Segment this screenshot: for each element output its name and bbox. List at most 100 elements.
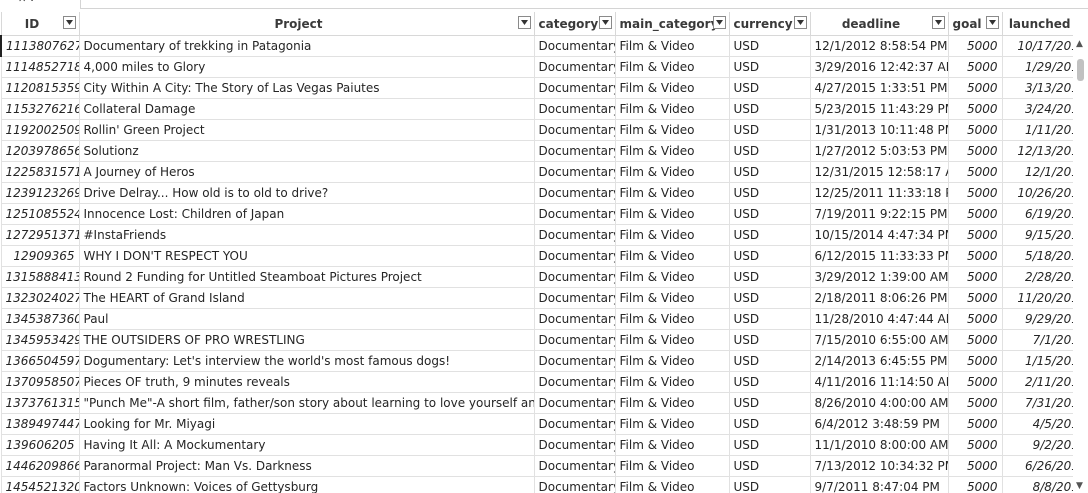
id-cell[interactable]: 1315888413 bbox=[0, 266, 80, 288]
deadline-cell[interactable]: 5/23/2015 11:43:29 PM bbox=[809, 98, 949, 120]
main-category-cell[interactable]: Film & Video bbox=[614, 266, 730, 288]
main-category-cell[interactable]: Film & Video bbox=[614, 224, 730, 246]
project-cell[interactable]: Rollin' Green Project bbox=[78, 119, 535, 141]
currency-cell[interactable]: USD bbox=[728, 203, 811, 225]
table-row[interactable]: 1251085524 Innocence Lost: Children of Ja… bbox=[0, 203, 1073, 225]
launched-cell[interactable]: 4/5/2012 bbox=[1001, 413, 1073, 435]
main-category-cell[interactable]: Film & Video bbox=[614, 350, 730, 372]
scroll-down-icon[interactable]: ▼ bbox=[1076, 481, 1083, 491]
main-category-cell[interactable]: Film & Video bbox=[614, 392, 730, 414]
launched-cell[interactable]: 8/8/2011 bbox=[1001, 476, 1073, 493]
project-cell[interactable]: A Journey of Heros bbox=[78, 161, 535, 183]
launched-cell[interactable]: 9/15/2014 bbox=[1001, 224, 1073, 246]
table-row[interactable]: 1345953429 THE OUTSIDERS OF PRO WRESTLING… bbox=[0, 329, 1073, 351]
goal-cell[interactable]: 5000 bbox=[947, 308, 1003, 330]
filter-dropdown-icon[interactable] bbox=[62, 16, 76, 29]
goal-cell[interactable]: 5000 bbox=[947, 392, 1003, 414]
project-cell[interactable]: Paranormal Project: Man Vs. Darkness bbox=[78, 455, 535, 477]
launched-cell[interactable]: 9/2/2010 bbox=[1001, 434, 1073, 456]
goal-cell[interactable]: 5000 bbox=[947, 245, 1003, 267]
category-cell[interactable]: Documentary bbox=[533, 392, 616, 414]
main-category-cell[interactable]: Film & Video bbox=[614, 476, 730, 493]
goal-cell[interactable]: 5000 bbox=[947, 35, 1003, 57]
launched-cell[interactable]: 5/18/2015 bbox=[1001, 245, 1073, 267]
goal-cell[interactable]: 5000 bbox=[947, 203, 1003, 225]
currency-cell[interactable]: USD bbox=[728, 287, 811, 309]
launched-cell[interactable]: 9/29/2010 bbox=[1001, 308, 1073, 330]
column-header-id[interactable]: ID bbox=[0, 12, 80, 36]
project-cell[interactable]: "Punch Me"-A short film, father/son stor… bbox=[78, 392, 535, 414]
currency-cell[interactable]: USD bbox=[728, 140, 811, 162]
category-cell[interactable]: Documentary bbox=[533, 140, 616, 162]
deadline-cell[interactable]: 7/13/2012 10:34:32 PM bbox=[809, 455, 949, 477]
category-cell[interactable]: Documentary bbox=[533, 119, 616, 141]
table-row[interactable]: 1454521320 Factors Unknown: Voices of Get… bbox=[0, 476, 1073, 493]
launched-cell[interactable]: 3/24/2015 bbox=[1001, 98, 1073, 120]
deadline-cell[interactable]: 3/29/2016 12:42:37 AM bbox=[809, 56, 949, 78]
table-row[interactable]: 1272951371 #InstaFriends Documentary Film &… bbox=[0, 224, 1073, 246]
launched-cell[interactable]: 12/1/2015 bbox=[1001, 161, 1073, 183]
deadline-cell[interactable]: 1/27/2012 5:03:53 PM bbox=[809, 140, 949, 162]
project-cell[interactable]: Having It All: A Mockumentary bbox=[78, 434, 535, 456]
deadline-cell[interactable]: 7/15/2010 6:55:00 AM bbox=[809, 329, 949, 351]
goal-cell[interactable]: 5000 bbox=[947, 413, 1003, 435]
column-header-launched[interactable]: launched bbox=[1001, 12, 1073, 36]
currency-cell[interactable]: USD bbox=[728, 182, 811, 204]
project-cell[interactable]: Documentary of trekking in Patagonia bbox=[78, 35, 535, 57]
main-category-cell[interactable]: Film & Video bbox=[614, 119, 730, 141]
currency-cell[interactable]: USD bbox=[728, 413, 811, 435]
category-cell[interactable]: Documentary bbox=[533, 245, 616, 267]
goal-cell[interactable]: 5000 bbox=[947, 119, 1003, 141]
currency-cell[interactable]: USD bbox=[728, 476, 811, 493]
project-cell[interactable]: The HEART of Grand Island bbox=[78, 287, 535, 309]
launched-cell[interactable]: 7/31/2010 bbox=[1001, 392, 1073, 414]
project-cell[interactable]: 4,000 miles to Glory bbox=[78, 56, 535, 78]
goal-cell[interactable]: 5000 bbox=[947, 476, 1003, 493]
goal-cell[interactable]: 5000 bbox=[947, 182, 1003, 204]
category-cell[interactable]: Documentary bbox=[533, 161, 616, 183]
goal-cell[interactable]: 5000 bbox=[947, 329, 1003, 351]
main-category-cell[interactable]: Film & Video bbox=[614, 77, 730, 99]
id-cell[interactable]: 1113807627 bbox=[0, 35, 80, 57]
goal-cell[interactable]: 5000 bbox=[947, 455, 1003, 477]
deadline-cell[interactable]: 8/26/2010 4:00:00 AM bbox=[809, 392, 949, 414]
category-cell[interactable]: Documentary bbox=[533, 455, 616, 477]
column-header-currency[interactable]: currency bbox=[728, 12, 811, 36]
launched-cell[interactable]: 7/1/2010 bbox=[1001, 329, 1073, 351]
project-cell[interactable]: Innocence Lost: Children of Japan bbox=[78, 203, 535, 225]
category-cell[interactable]: Documentary bbox=[533, 35, 616, 57]
project-cell[interactable]: WHY I DON'T RESPECT YOU bbox=[78, 245, 535, 267]
table-row[interactable]: 1203978656 Solutionz Documentary Film & Vid… bbox=[0, 140, 1073, 162]
table-row[interactable]: 1120815359 City Within A City: The Story … bbox=[0, 77, 1073, 99]
table-row[interactable]: 1153276216 Collateral Damage Documentary Fi… bbox=[0, 98, 1073, 120]
deadline-cell[interactable]: 4/11/2016 11:14:50 AM bbox=[809, 371, 949, 393]
goal-cell[interactable]: 5000 bbox=[947, 161, 1003, 183]
currency-cell[interactable]: USD bbox=[728, 98, 811, 120]
project-cell[interactable]: #InstaFriends bbox=[78, 224, 535, 246]
table-row[interactable]: 139606205 Having It All: A Mockumentary Do… bbox=[0, 434, 1073, 456]
currency-cell[interactable]: USD bbox=[728, 329, 811, 351]
id-cell[interactable]: 1373761315 bbox=[0, 392, 80, 414]
id-cell[interactable]: 1323024027 bbox=[0, 287, 80, 309]
id-cell[interactable]: 1345387360 bbox=[0, 308, 80, 330]
project-cell[interactable]: Pieces OF truth, 9 minutes reveals bbox=[78, 371, 535, 393]
scroll-up-icon[interactable]: ▲ bbox=[1076, 39, 1083, 49]
deadline-cell[interactable]: 1/31/2013 10:11:48 PM bbox=[809, 119, 949, 141]
currency-cell[interactable]: USD bbox=[728, 266, 811, 288]
filter-dropdown-icon[interactable] bbox=[712, 16, 726, 29]
launched-cell[interactable]: 1/29/2016 bbox=[1001, 56, 1073, 78]
id-cell[interactable]: 1272951371 bbox=[0, 224, 80, 246]
category-cell[interactable]: Documentary bbox=[533, 434, 616, 456]
project-cell[interactable]: Round 2 Funding for Untitled Steamboat P… bbox=[78, 266, 535, 288]
project-cell[interactable]: Dogumentary: Let's interview the world's… bbox=[78, 350, 535, 372]
deadline-cell[interactable]: 3/29/2012 1:39:00 AM bbox=[809, 266, 949, 288]
main-category-cell[interactable]: Film & Video bbox=[614, 455, 730, 477]
table-row[interactable]: 1370958507 Pieces OF truth, 9 minutes rev… bbox=[0, 371, 1073, 393]
column-header-main-category[interactable]: main_category bbox=[614, 12, 730, 36]
table-row[interactable]: 1113807627 Documentary of trekking in Pat… bbox=[0, 35, 1073, 57]
id-cell[interactable]: 1345953429 bbox=[0, 329, 80, 351]
category-cell[interactable]: Documentary bbox=[533, 224, 616, 246]
deadline-cell[interactable]: 12/31/2015 12:58:17 AM bbox=[809, 161, 949, 183]
goal-cell[interactable]: 5000 bbox=[947, 350, 1003, 372]
id-cell[interactable]: 1366504597 bbox=[0, 350, 80, 372]
